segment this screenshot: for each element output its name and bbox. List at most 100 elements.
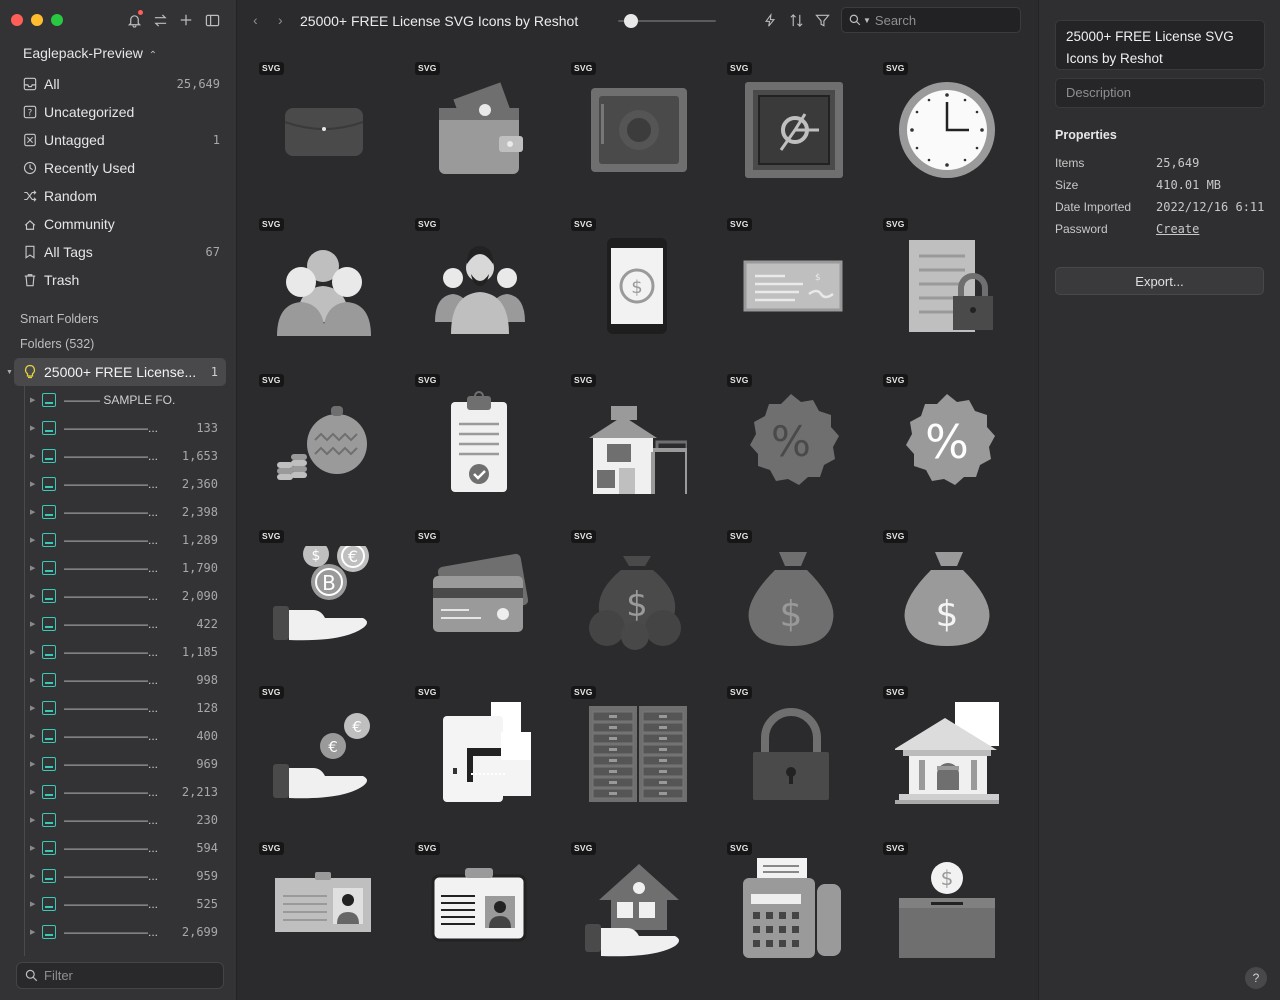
grid-item[interactable]: SVG: [415, 530, 535, 660]
subfolder-item[interactable]: ▶ ———————... 1,790: [0, 554, 226, 582]
expand-triangle-icon[interactable]: ▶: [30, 424, 35, 432]
collapse-triangle-icon[interactable]: ▼: [6, 369, 13, 376]
expand-triangle-icon[interactable]: ▶: [30, 928, 35, 936]
help-button[interactable]: ?: [1245, 967, 1267, 989]
expand-triangle-icon[interactable]: ▶: [30, 480, 35, 488]
sidebar-toggle-icon[interactable]: [204, 11, 220, 29]
nav-all-tags[interactable]: All Tags 67: [14, 238, 226, 266]
grid-item[interactable]: SVG: [571, 686, 691, 816]
nav-untagged[interactable]: Untagged 1: [14, 126, 226, 154]
expand-triangle-icon[interactable]: ▶: [30, 760, 35, 768]
subfolder-item[interactable]: ▶ ———————... 2,360: [0, 470, 226, 498]
bell-icon[interactable]: [126, 10, 143, 29]
grid-item[interactable]: SVG $: [727, 530, 847, 660]
subfolder-item[interactable]: ▶ ———————... 959: [0, 862, 226, 890]
subfolder-item[interactable]: ▶ ———————... 594: [0, 834, 226, 862]
grid-item[interactable]: SVG: [415, 374, 535, 504]
grid-item[interactable]: SVG: [727, 842, 847, 972]
grid-item[interactable]: SVG: [727, 62, 847, 192]
grid-item[interactable]: SVG $: [571, 530, 691, 660]
nav-all[interactable]: All 25,649: [14, 70, 226, 98]
folder-active[interactable]: ▼ 25000+ FREE License... 1: [6, 358, 226, 386]
grid-item[interactable]: SVG $: [883, 530, 1003, 660]
subfolder-item[interactable]: ▶ ———————... 133: [0, 414, 226, 442]
grid-item[interactable]: SVG $: [571, 218, 691, 348]
subfolder-item[interactable]: ▶ ———————... 2,699: [0, 918, 226, 946]
grid-item[interactable]: SVG: [883, 62, 1003, 192]
expand-triangle-icon[interactable]: ▶: [30, 592, 35, 600]
subfolder-item[interactable]: ▶ ———————... 1,289: [0, 526, 226, 554]
nav-uncategorized[interactable]: ? Uncategorized: [14, 98, 226, 126]
filter-box[interactable]: [16, 962, 224, 989]
expand-triangle-icon[interactable]: ▶: [30, 704, 35, 712]
expand-triangle-icon[interactable]: ▶: [30, 816, 35, 824]
expand-triangle-icon[interactable]: ▶: [30, 536, 35, 544]
sync-icon[interactable]: [152, 11, 168, 29]
back-button[interactable]: ‹: [253, 12, 258, 28]
grid-item[interactable]: SVG: [571, 62, 691, 192]
zoom-window-button[interactable]: [51, 14, 63, 26]
subfolder-item[interactable]: ▶ ——— SAMPLE FO...: [0, 386, 226, 414]
smart-folders-header[interactable]: Smart Folders: [20, 312, 99, 326]
export-button[interactable]: Export...: [1055, 267, 1264, 295]
expand-triangle-icon[interactable]: ▶: [30, 900, 35, 908]
search-input[interactable]: [874, 12, 1015, 28]
close-window-button[interactable]: [11, 14, 23, 26]
subfolder-item[interactable]: ▶ ———————... 128: [0, 694, 226, 722]
expand-triangle-icon[interactable]: ▶: [30, 676, 35, 684]
grid-item[interactable]: SVG: [415, 842, 535, 972]
grid-item[interactable]: SVG $ € B: [259, 530, 379, 660]
grid-item[interactable]: SVG € €: [259, 686, 379, 816]
nav-random[interactable]: Random: [14, 182, 226, 210]
subfolder-item[interactable]: ▶ ———————... 400: [0, 722, 226, 750]
description-box[interactable]: [1055, 78, 1265, 108]
subfolder-item[interactable]: ▶ ———————... 2,213: [0, 778, 226, 806]
nav-community[interactable]: Community: [14, 210, 226, 238]
subfolder-item[interactable]: ▶ ———————... 525: [0, 890, 226, 918]
grid-item[interactable]: SVG: [259, 374, 379, 504]
lightning-icon[interactable]: [762, 12, 778, 28]
expand-triangle-icon[interactable]: ▶: [30, 452, 35, 460]
subfolder-item[interactable]: ▶ ———————... 422: [0, 610, 226, 638]
library-switcher[interactable]: Eaglepack-Preview ⌃: [23, 45, 157, 61]
grid-item[interactable]: SVG: [571, 374, 691, 504]
subfolder-item[interactable]: ▶ ———————... 1,185: [0, 638, 226, 666]
subfolder-item[interactable]: ▶ ———————... 1,653: [0, 442, 226, 470]
grid-item[interactable]: SVG: [415, 62, 535, 192]
grid-item[interactable]: SVG: [415, 686, 545, 816]
expand-triangle-icon[interactable]: ▶: [30, 788, 35, 796]
grid-item[interactable]: SVG: [883, 686, 1003, 816]
forward-button[interactable]: ›: [278, 12, 283, 28]
sort-icon[interactable]: [788, 12, 804, 28]
expand-triangle-icon[interactable]: ▶: [30, 732, 35, 740]
filter-input[interactable]: [44, 968, 214, 983]
grid-item[interactable]: SVG: [883, 218, 1003, 348]
grid-item[interactable]: SVG: [571, 842, 691, 972]
grid-item[interactable]: SVG $: [727, 218, 847, 348]
expand-triangle-icon[interactable]: ▶: [30, 396, 35, 404]
grid-item[interactable]: SVG: [259, 62, 379, 192]
grid-item[interactable]: SVG%: [727, 374, 847, 504]
description-input[interactable]: [1066, 85, 1256, 100]
grid-item[interactable]: SVG $: [883, 842, 1003, 972]
expand-triangle-icon[interactable]: ▶: [30, 620, 35, 628]
search-box[interactable]: ▼: [841, 7, 1021, 33]
grid-item[interactable]: SVG: [727, 686, 847, 816]
subfolder-item[interactable]: ▶ ———————... 998: [0, 666, 226, 694]
nav-trash[interactable]: Trash: [14, 266, 226, 294]
minimize-window-button[interactable]: [31, 14, 43, 26]
folders-header[interactable]: Folders (532): [20, 337, 94, 351]
expand-triangle-icon[interactable]: ▶: [30, 564, 35, 572]
grid-item[interactable]: SVG: [415, 218, 535, 348]
grid-item[interactable]: SVG%: [883, 374, 1003, 504]
slider-knob[interactable]: [624, 14, 638, 28]
create-password-link[interactable]: Create: [1156, 222, 1199, 236]
subfolder-item[interactable]: ▶ ———————... 2,090: [0, 582, 226, 610]
subfolder-item[interactable]: ▶ ———————... 2,398: [0, 498, 226, 526]
subfolder-item[interactable]: ▶ ———————... 230: [0, 806, 226, 834]
grid-item[interactable]: SVG: [259, 218, 379, 348]
grid-item[interactable]: SVG: [259, 842, 379, 972]
expand-triangle-icon[interactable]: ▶: [30, 872, 35, 880]
subfolder-item[interactable]: ▶ ———————... 969: [0, 750, 226, 778]
item-title-field[interactable]: 25000+ FREE License SVG Icons by Reshot: [1055, 20, 1265, 70]
